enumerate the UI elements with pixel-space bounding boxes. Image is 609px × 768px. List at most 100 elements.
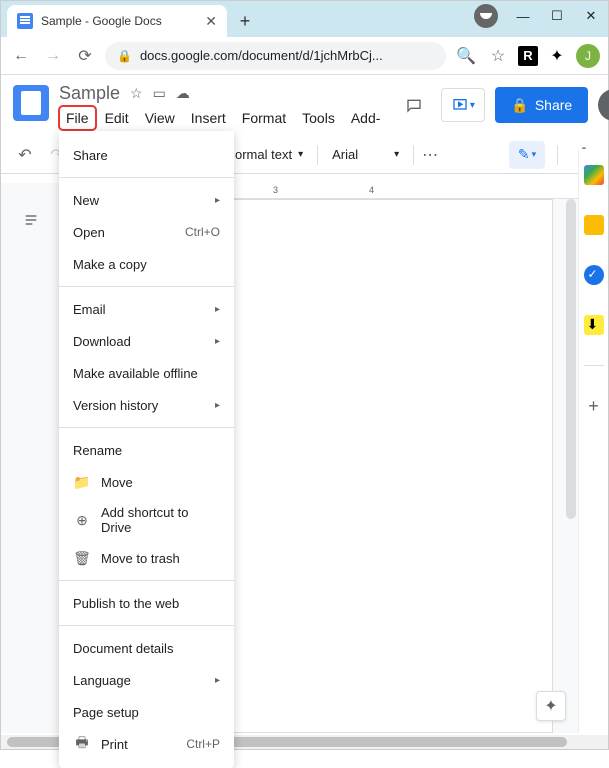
menu-item-label: Email	[73, 302, 205, 317]
menu-item-label: Share	[73, 148, 220, 163]
file-menu-share[interactable]: Share	[59, 139, 234, 171]
file-menu-move-to-trash[interactable]: 🗑 Move to trash	[59, 542, 234, 574]
browser-avatar[interactable]: J	[576, 44, 600, 68]
close-window-button[interactable]: ✕	[576, 3, 606, 29]
file-menu-dropdown: ShareNew▸OpenCtrl+OMake a copyEmail▸Down…	[59, 131, 234, 768]
calendar-icon[interactable]	[584, 165, 604, 185]
submenu-arrow-icon: ▸	[215, 675, 220, 686]
submenu-arrow-icon: ▸	[215, 336, 220, 347]
menu-item-label: Open	[73, 225, 175, 240]
maps-icon[interactable]	[584, 315, 604, 335]
vertical-scrollbar[interactable]	[566, 199, 576, 519]
cloud-status-icon[interactable]: ☁	[176, 85, 190, 102]
tasks-icon[interactable]	[584, 265, 604, 285]
url-input[interactable]: 🔒 docs.google.com/document/d/1jchMrbCj..…	[105, 42, 446, 70]
print-icon: 🖶	[73, 735, 91, 753]
file-menu-publish-to-the-web[interactable]: Publish to the web	[59, 587, 234, 619]
toolbar-more[interactable]: ⋯	[422, 145, 440, 165]
new-tab-button[interactable]: +	[231, 7, 259, 35]
file-menu-move[interactable]: 📁 Move	[59, 466, 234, 498]
file-menu-page-setup[interactable]: Page setup	[59, 696, 234, 728]
file-menu-version-history[interactable]: Version history ▸	[59, 389, 234, 421]
ruler-tick: 3	[273, 185, 278, 195]
move-icon: 📁	[73, 473, 91, 491]
minimize-button[interactable]: —	[508, 3, 538, 29]
file-menu-add-shortcut-to-drive[interactable]: ⊕Add shortcut to Drive	[59, 498, 234, 542]
file-menu-print[interactable]: 🖶 Print Ctrl+P	[59, 728, 234, 760]
file-menu-new[interactable]: New ▸	[59, 184, 234, 216]
menu-item-label: Page setup	[73, 705, 220, 720]
file-menu-download[interactable]: Download ▸	[59, 325, 234, 357]
menu-item-label: Add shortcut to Drive	[101, 505, 220, 535]
back-button[interactable]: ←	[9, 44, 33, 68]
side-panel: +	[578, 149, 608, 733]
extension-r-icon[interactable]: R	[518, 46, 538, 66]
close-tab-icon[interactable]: ✕	[205, 13, 217, 30]
menu-item-label: Document details	[73, 641, 220, 656]
file-menu-document-details[interactable]: Document details	[59, 632, 234, 664]
style-select[interactable]: ormal text ▾	[229, 147, 309, 162]
share-label: Share	[535, 97, 572, 113]
incognito-icon	[474, 4, 498, 28]
reload-button[interactable]: ⟳	[73, 44, 97, 68]
extensions-icon[interactable]: ✦	[546, 45, 568, 67]
move-folder-icon[interactable]: ▭	[153, 85, 166, 102]
present-button[interactable]: ▾	[441, 88, 485, 122]
menu-view[interactable]: View	[138, 106, 182, 130]
menu-item-label: Print	[101, 737, 176, 752]
file-menu-open[interactable]: Open Ctrl+O	[59, 216, 234, 248]
editing-mode-button[interactable]: ✎ ▾	[509, 141, 545, 169]
browser-titlebar: Sample - Google Docs ✕ + — ☐ ✕	[1, 1, 608, 37]
zoom-icon[interactable]: 🔍	[454, 44, 478, 68]
browser-tab[interactable]: Sample - Google Docs ✕	[7, 5, 227, 37]
url-text: docs.google.com/document/d/1jchMrbCj...	[140, 48, 383, 63]
bookmark-icon[interactable]: ☆	[486, 44, 510, 68]
forward-button[interactable]: →	[41, 44, 65, 68]
maximize-button[interactable]: ☐	[542, 3, 572, 29]
menu-item-label: Language	[73, 673, 205, 688]
menu-item-label: New	[73, 193, 205, 208]
chevron-down-icon: ▾	[394, 149, 399, 160]
file-menu-language[interactable]: Language ▸	[59, 664, 234, 696]
docs-logo[interactable]	[13, 85, 49, 121]
file-menu-make-a-copy[interactable]: Make a copy	[59, 248, 234, 280]
menu-edit[interactable]: Edit	[98, 106, 136, 130]
menu-item-label: Move	[101, 475, 220, 490]
menu-item-label: Version history	[73, 398, 205, 413]
file-menu-rename[interactable]: Rename	[59, 434, 234, 466]
menu-format[interactable]: Format	[235, 106, 293, 130]
chevron-down-icon: ▾	[298, 149, 303, 160]
outline-icon[interactable]	[16, 205, 46, 235]
star-icon[interactable]: ☆	[130, 85, 143, 102]
menu-add-[interactable]: Add-	[344, 106, 388, 130]
docs-favicon	[17, 13, 33, 29]
file-menu-make-available-offline[interactable]: Make available offline	[59, 357, 234, 389]
browser-address-bar: ← → ⟳ 🔒 docs.google.com/document/d/1jchM…	[1, 37, 608, 75]
explore-button[interactable]: ✦	[536, 691, 566, 721]
menu-item-label: Download	[73, 334, 205, 349]
undo-button[interactable]: ↶	[11, 141, 39, 169]
comments-icon[interactable]	[397, 88, 431, 122]
keep-icon[interactable]	[584, 215, 604, 235]
docs-avatar[interactable]: J	[598, 89, 609, 121]
file-menu-email[interactable]: Email ▸	[59, 293, 234, 325]
trash-icon: 🗑	[73, 549, 91, 567]
shortcut-label: Ctrl+O	[185, 225, 220, 239]
menu-insert[interactable]: Insert	[184, 106, 233, 130]
menu-item-label: Make available offline	[73, 366, 220, 381]
shortcut-label: Ctrl+P	[186, 737, 220, 751]
menu-file[interactable]: File	[59, 106, 96, 130]
share-button[interactable]: 🔒 Share	[495, 87, 588, 123]
document-title[interactable]: Sample	[59, 83, 120, 104]
menu-item-label: Move to trash	[101, 551, 220, 566]
submenu-arrow-icon: ▸	[215, 400, 220, 411]
submenu-arrow-icon: ▸	[215, 195, 220, 206]
menu-item-label: Publish to the web	[73, 596, 220, 611]
docs-header: Sample ☆ ▭ ☁ FileEditViewInsertFormatToo…	[1, 75, 608, 130]
menu-item-label: Rename	[73, 443, 220, 458]
lock-icon: 🔒	[511, 97, 528, 114]
addons-plus-icon[interactable]: +	[588, 396, 599, 417]
font-select[interactable]: Arial ▾	[326, 147, 405, 162]
submenu-arrow-icon: ▸	[215, 304, 220, 315]
menu-tools[interactable]: Tools	[295, 106, 342, 130]
